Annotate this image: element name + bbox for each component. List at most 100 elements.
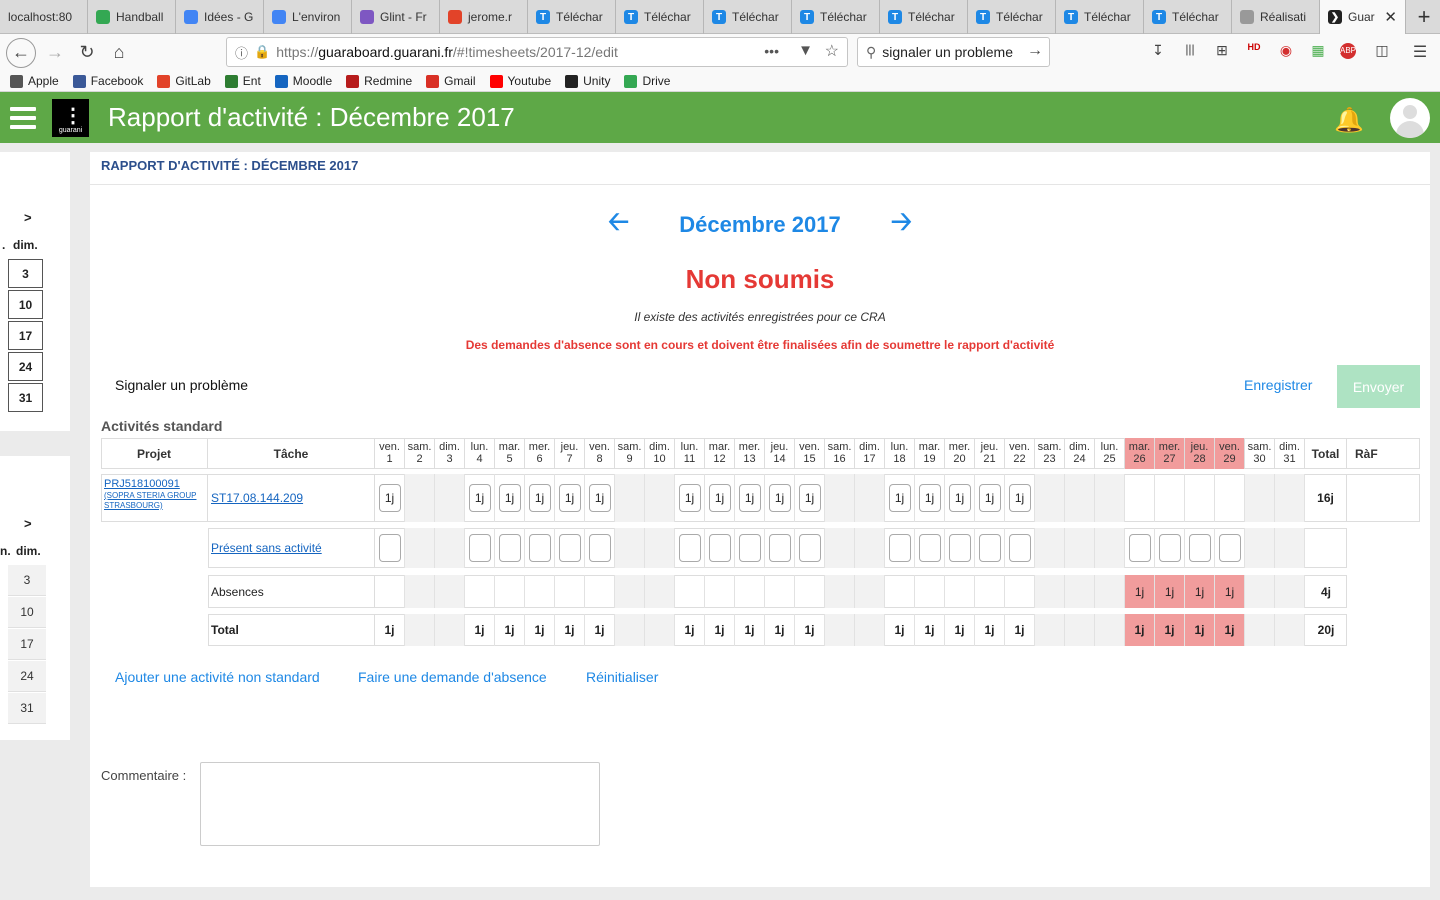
presence-day-input[interactable] [888,534,911,562]
presence-day-input[interactable] [918,534,941,562]
presence-day-input[interactable] [978,534,1001,562]
activity-day-input[interactable]: 1j [768,484,791,512]
comment-textarea[interactable] [200,762,600,846]
activity-day-input[interactable]: 1j [918,484,941,512]
pocket-icon[interactable]: ▼ [798,42,813,59]
next-month-arrow-icon[interactable]: 🡢 [891,203,912,247]
browser-tab[interactable]: Handball [88,0,176,34]
sidebar-icon[interactable]: ◫ [1372,42,1392,59]
mini-calendar-day[interactable]: 10 [8,597,46,628]
url-bar[interactable]: ⓘ 🔒 https://guaraboard.guarani.fr/#!time… [226,37,848,67]
task-code-link[interactable]: ST17.08.144.209 [211,491,303,505]
presence-day-input[interactable] [798,534,821,562]
activity-day-input[interactable]: 1j [798,484,821,512]
mini-calendar-next-arrow[interactable]: > [24,516,32,531]
mini-calendar-day[interactable]: 3 [8,565,46,596]
search-bar[interactable]: ⚲ signaler un probleme → [857,37,1050,67]
download-icon[interactable]: ↧ [1148,42,1168,59]
bookmark-drive[interactable]: Drive [624,74,670,88]
browser-tab[interactable]: Réalisati [1232,0,1320,34]
menu-icon[interactable]: ☰ [1410,42,1430,62]
translate-icon[interactable]: ▦ [1308,42,1328,59]
presence-link[interactable]: Présent sans activité [211,541,322,555]
activity-day-input[interactable]: 1j [378,484,401,512]
info-icon[interactable]: ⓘ [235,43,248,62]
mini-calendar-day[interactable]: 24 [8,661,46,692]
home-icon[interactable]: ⌂ [104,38,134,68]
browser-tab[interactable]: T Téléchar [880,0,968,34]
presence-day-input[interactable] [708,534,731,562]
mini-calendar-day[interactable]: 3 [8,259,43,288]
bookmark-youtube[interactable]: Youtube [489,74,551,88]
guarani-logo[interactable]: ⋮ guarani [52,98,89,137]
bell-icon[interactable]: 🔔 [1334,106,1364,135]
search-go-icon[interactable]: → [1027,42,1043,60]
save-button[interactable]: Enregistrer [1244,377,1312,393]
presence-day-input[interactable] [528,534,551,562]
close-tab-icon[interactable]: ✕ [1384,8,1397,26]
forward-button[interactable]: → [40,38,70,68]
bookmark-gitlab[interactable]: GitLab [157,74,211,88]
activity-day-input[interactable]: 1j [708,484,731,512]
hd-icon[interactable]: HD [1244,42,1264,52]
activity-day-input[interactable]: 1j [588,484,611,512]
presence-day-input[interactable] [558,534,581,562]
bookmark-ent[interactable]: Ent [224,74,261,88]
activity-day-input[interactable]: 1j [978,484,1001,512]
browser-tab[interactable]: T Téléchar [528,0,616,34]
search-input[interactable]: signaler un probleme [882,44,1017,60]
presence-day-input[interactable] [1218,534,1241,562]
library-icon[interactable]: ||| [1180,42,1200,56]
mini-calendar-day[interactable]: 17 [8,321,43,350]
bookmark-star-icon[interactable]: ☆ [825,41,839,61]
activity-day-input[interactable]: 1j [738,484,761,512]
mini-calendar-day[interactable]: 10 [8,290,43,319]
activity-day-input[interactable]: 1j [678,484,701,512]
back-button[interactable]: ← [6,37,36,68]
project-client-link[interactable]: (SOPRA STERIA GROUP STRASBOURG) [104,491,207,511]
mini-calendar-next-arrow[interactable]: > [24,210,32,225]
activity-day-input[interactable]: 1j [888,484,911,512]
previous-month-arrow-icon[interactable]: 🡠 [608,203,629,247]
activity-day-input[interactable]: 1j [528,484,551,512]
browser-tab-active[interactable]: ❯ Guar ✕ [1320,0,1406,34]
presence-day-input[interactable] [738,534,761,562]
browser-tab[interactable]: T Téléchar [616,0,704,34]
browser-tab[interactable]: T Téléchar [1056,0,1144,34]
activity-day-input[interactable]: 1j [498,484,521,512]
presence-day-input[interactable] [498,534,521,562]
add-non-standard-activity-link[interactable]: Ajouter une activité non standard [115,669,320,685]
url-text[interactable]: https://guaraboard.guarani.fr/#!timeshee… [276,44,618,60]
browser-tab[interactable]: jerome.r [440,0,528,34]
bookmark-redmine[interactable]: Redmine [346,74,412,88]
reload-button[interactable]: ↻ [72,38,102,68]
adblock-icon[interactable]: ABP [1340,43,1356,59]
presence-day-input[interactable] [1128,534,1151,562]
presence-day-input[interactable] [1008,534,1031,562]
crop-icon[interactable]: ⊞ [1212,42,1232,59]
activity-day-input[interactable]: 1j [558,484,581,512]
mini-calendar-day[interactable]: 17 [8,629,46,660]
activity-day-input[interactable]: 1j [1008,484,1031,512]
avatar[interactable] [1390,98,1430,138]
presence-day-input[interactable] [948,534,971,562]
mini-calendar-day[interactable]: 31 [8,383,43,412]
presence-day-input[interactable] [378,534,401,562]
report-problem-link[interactable]: Signaler un problème [115,377,248,393]
hamburger-menu-icon[interactable] [10,106,36,129]
browser-tab[interactable]: Idées - G [176,0,264,34]
bookmark-facebook[interactable]: Facebook [72,74,143,88]
activity-day-input[interactable]: 1j [468,484,491,512]
browser-tab[interactable]: T Téléchar [704,0,792,34]
more-icon[interactable]: ••• [764,43,779,59]
mini-calendar-day[interactable]: 31 [8,693,46,724]
bookmark-apple[interactable]: Apple [10,74,59,88]
m-extension-icon[interactable]: ◉ [1276,42,1296,59]
presence-day-input[interactable] [1158,534,1181,562]
send-button[interactable]: Envoyer [1337,365,1420,408]
browser-tab[interactable]: Glint - Fr [352,0,440,34]
reset-link[interactable]: Réinitialiser [586,669,658,685]
browser-tab[interactable]: T Téléchar [1144,0,1232,34]
browser-tab[interactable]: T Téléchar [792,0,880,34]
mini-calendar-day[interactable]: 24 [8,352,43,381]
